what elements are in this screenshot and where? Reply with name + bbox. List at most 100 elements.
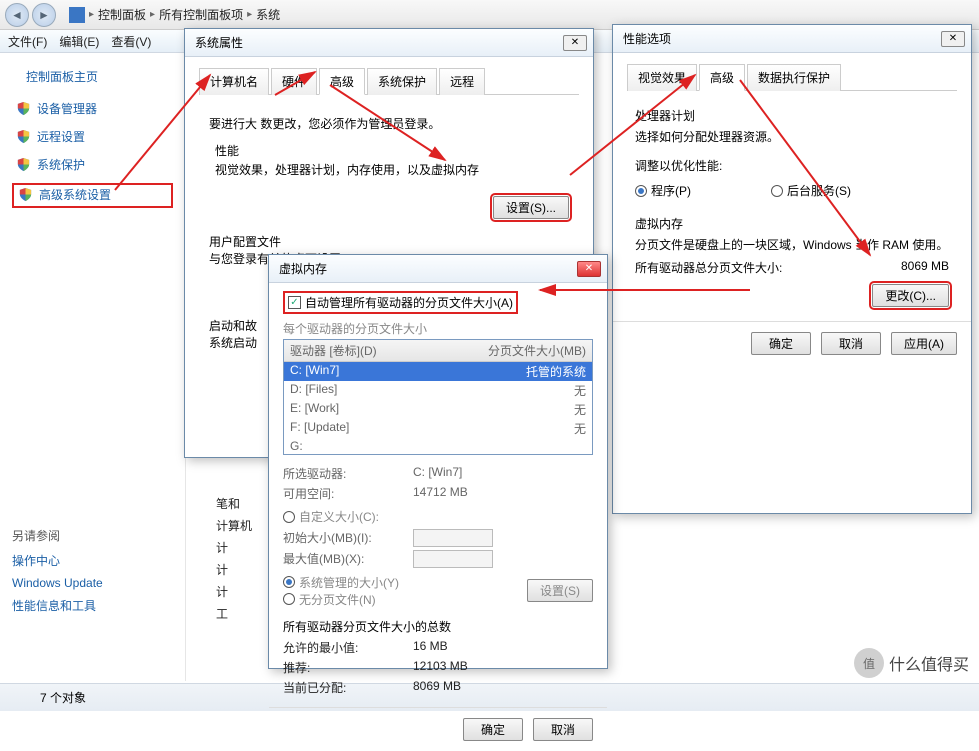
breadcrumb-item[interactable]: 控制面板 xyxy=(98,6,146,23)
shield-icon xyxy=(18,187,33,202)
selected-drive-label: 所选驱动器: xyxy=(283,465,403,482)
chevron-right-icon: ▸ xyxy=(89,9,94,20)
sidebar-link-0[interactable]: 操作中心 xyxy=(12,552,173,569)
drive-row[interactable]: C: [Win7]托管的系统 xyxy=(284,362,592,381)
breadcrumb-item[interactable]: 系统 xyxy=(256,6,280,23)
sidebar: 控制面板主页 设备管理器远程设置系统保护高级系统设置 另请参阅 操作中心 Wind… xyxy=(0,53,185,636)
tab-高级[interactable]: 高级 xyxy=(699,64,745,91)
cur-label: 当前已分配: xyxy=(283,679,403,696)
drive-list[interactable]: 驱动器 [卷标](D) 分页文件大小(MB) C: [Win7]托管的系统D: … xyxy=(283,339,593,455)
shield-icon xyxy=(16,157,31,172)
sched-title: 处理器计划 xyxy=(635,107,949,124)
avail-label: 可用空间: xyxy=(283,485,403,502)
close-icon[interactable]: ✕ xyxy=(577,261,601,277)
auto-manage-row: ✓ 自动管理所有驱动器的分页文件大小(A) xyxy=(283,291,518,314)
tab-视觉效果[interactable]: 视觉效果 xyxy=(627,64,697,91)
status-text: 7 个对象 xyxy=(40,691,86,705)
dialog-title: 性能选项 xyxy=(623,30,671,47)
perf-settings-button[interactable]: 设置(S)... xyxy=(493,196,569,219)
virtual-memory-dialog: 虚拟内存 ✕ ✓ 自动管理所有驱动器的分页文件大小(A) 每个驱动器的分页文件大… xyxy=(268,254,608,669)
breadcrumb[interactable]: ▸ 控制面板 ▸ 所有控制面板项 ▸ 系统 xyxy=(69,6,280,23)
performance-options-dialog: 性能选项 ✕ 视觉效果高级数据执行保护 处理器计划 选择如何分配处理器资源。 调… xyxy=(612,24,972,514)
set-button[interactable]: 设置(S) xyxy=(527,579,593,602)
tabs: 视觉效果高级数据执行保护 xyxy=(627,63,957,91)
close-icon[interactable]: ✕ xyxy=(563,35,587,51)
sidebar-item-label: 远程设置 xyxy=(37,128,85,145)
breadcrumb-item[interactable]: 所有控制面板项 xyxy=(159,6,243,23)
apply-button[interactable]: 应用(A) xyxy=(891,332,957,355)
max-size-input xyxy=(413,550,493,568)
sidebar-link-1[interactable]: Windows Update xyxy=(12,576,173,590)
menu-edit[interactable]: 编辑(E) xyxy=(59,33,99,50)
sidebar-link-2[interactable]: 性能信息和工具 xyxy=(12,597,173,614)
auto-manage-label: 自动管理所有驱动器的分页文件大小(A) xyxy=(305,294,513,311)
drive-row[interactable]: F: [Update]无 xyxy=(284,419,592,438)
ok-button[interactable]: 确定 xyxy=(463,718,523,741)
drive-row[interactable]: E: [Work]无 xyxy=(284,400,592,419)
tab-系统保护[interactable]: 系统保护 xyxy=(367,68,437,95)
chevron-right-icon: ▸ xyxy=(150,9,155,20)
vmem-desc: 分页文件是硬盘上的一块区域，Windows 当作 RAM 使用。 xyxy=(635,236,949,253)
menu-file[interactable]: 文件(F) xyxy=(8,33,47,50)
sidebar-item-0[interactable]: 设备管理器 xyxy=(12,99,173,118)
admin-note: 要进行大 数更改，您必须作为管理员登录。 xyxy=(209,115,569,132)
tabs: 计算机名硬件高级系统保护远程 xyxy=(199,67,579,95)
close-icon[interactable]: ✕ xyxy=(941,31,965,47)
perf-desc: 视觉效果，处理器计划，内存使用，以及虚拟内存 xyxy=(209,161,569,178)
sidebar-item-2[interactable]: 系统保护 xyxy=(12,155,173,174)
radio-no-paging[interactable]: 无分页文件(N) xyxy=(283,591,376,608)
radio-background[interactable]: 后台服务(S) xyxy=(771,182,851,199)
dialog-titlebar[interactable]: 系统属性 ✕ xyxy=(185,29,593,57)
radio-program[interactable]: 程序(P) xyxy=(635,182,691,199)
radio-custom-size[interactable]: 自定义大小(C): xyxy=(283,508,379,525)
sidebar-title[interactable]: 控制面板主页 xyxy=(12,68,173,85)
dialog-titlebar[interactable]: 虚拟内存 ✕ xyxy=(269,255,607,283)
ok-button[interactable]: 确定 xyxy=(751,332,811,355)
dialog-titlebar[interactable]: 性能选项 ✕ xyxy=(613,25,971,53)
chevron-right-icon: ▸ xyxy=(247,9,252,20)
adjust-label: 调整以优化性能: xyxy=(635,157,949,174)
group-title-perf: 性能 xyxy=(209,142,569,159)
vmem-total-label: 所有驱动器总分页文件大小: xyxy=(635,259,782,276)
init-size-label: 初始大小(MB)(I): xyxy=(283,529,403,547)
shield-icon xyxy=(16,101,31,116)
cancel-button[interactable]: 取消 xyxy=(533,718,593,741)
see-also-label: 另请参阅 xyxy=(12,527,173,544)
totals-title: 所有驱动器分页文件大小的总数 xyxy=(283,618,593,635)
tab-高级[interactable]: 高级 xyxy=(319,68,365,95)
watermark-icon: 值 xyxy=(854,648,884,678)
vmem-title: 虚拟内存 xyxy=(635,215,949,232)
dialog-footer: 确定 取消 xyxy=(269,707,607,751)
col-size: 分页文件大小(MB) xyxy=(488,342,586,359)
tab-远程[interactable]: 远程 xyxy=(439,68,485,95)
sidebar-item-1[interactable]: 远程设置 xyxy=(12,127,173,146)
profile-title: 用户配置文件 xyxy=(209,233,569,250)
sidebar-item-label: 设备管理器 xyxy=(37,100,97,117)
col-drive: 驱动器 [卷标](D) xyxy=(290,342,377,359)
min-label: 允许的最小值: xyxy=(283,639,403,656)
drive-row[interactable]: D: [Files]无 xyxy=(284,381,592,400)
drive-row[interactable]: G: xyxy=(284,438,592,454)
watermark-text: 什么值得买 xyxy=(889,651,969,675)
each-drive-label: 每个驱动器的分页文件大小 xyxy=(283,320,593,337)
dialog-footer: 确定 取消 应用(A) xyxy=(613,321,971,365)
control-panel-icon xyxy=(69,7,85,23)
nav-forward-button[interactable]: ► xyxy=(32,3,56,27)
radio-system-managed[interactable]: 系统管理的大小(Y) xyxy=(283,574,399,591)
tab-计算机名[interactable]: 计算机名 xyxy=(199,68,269,95)
sidebar-item-label: 高级系统设置 xyxy=(39,186,111,203)
tab-硬件[interactable]: 硬件 xyxy=(271,68,317,95)
watermark: 值 什么值得买 xyxy=(844,643,979,683)
nav-back-button[interactable]: ◄ xyxy=(5,3,29,27)
sidebar-item-3[interactable]: 高级系统设置 xyxy=(12,183,173,208)
tab-数据执行保护[interactable]: 数据执行保护 xyxy=(747,64,841,91)
auto-manage-checkbox[interactable]: ✓ xyxy=(288,296,301,309)
min-value: 16 MB xyxy=(413,639,448,656)
cancel-button[interactable]: 取消 xyxy=(821,332,881,355)
menu-view[interactable]: 查看(V) xyxy=(111,33,151,50)
rec-value: 12103 MB xyxy=(413,659,468,676)
avail-value: 14712 MB xyxy=(413,485,468,502)
vmem-change-button[interactable]: 更改(C)... xyxy=(872,284,949,307)
max-size-label: 最大值(MB)(X): xyxy=(283,550,403,568)
dialog-title: 虚拟内存 xyxy=(279,260,327,277)
